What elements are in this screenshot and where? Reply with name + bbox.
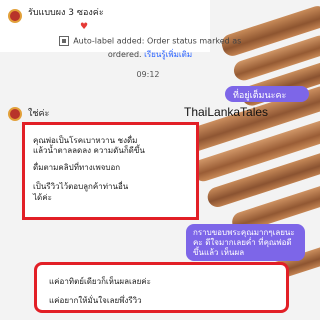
learn-more-link[interactable]: เรียนรู้เพิ่มเติม (144, 50, 192, 59)
chat-screen: รับแบบผง 3 ซองค่ะ ♥ Auto-label added: Or… (0, 0, 320, 320)
brand-watermark: ThaiLankaTales (184, 105, 269, 119)
outgoing-message-address[interactable]: ที่อยู่เต็มนะคะ (225, 86, 309, 102)
message-timestamp: 09:12 (136, 70, 160, 79)
auto-label-notice: Auto-label added: Order status marked as (0, 36, 300, 46)
review-line: แค่อยากให้มั่นใจเลยพึ่งรีวิว (49, 296, 142, 305)
label-icon (58, 36, 69, 46)
incoming-message-order: รับแบบผง 3 ซองค่ะ (28, 8, 104, 18)
review-line: ได้ค่ะ (33, 193, 52, 202)
auto-label-text: Auto-label added: Order status marked as (73, 36, 242, 46)
customer-avatar[interactable] (8, 9, 22, 23)
highlighted-review-box: คุณพ่อเป็นโรคเบาหวาน ชงดื่ม แล้วน้ำตาลลด… (22, 122, 199, 220)
outgoing-message-thanks[interactable]: กราบขอบพระคุณมากๆเลยนะคะ ดีใจมากเลยค่ำ ท… (186, 224, 305, 261)
customer-avatar[interactable] (8, 107, 22, 121)
heart-reaction-icon: ♥ (80, 22, 89, 32)
review-line: แค่อาทิตย์เดียวก็เห็นผลเลยค่ะ (49, 277, 151, 286)
auto-label-ordered-text: ordered. (107, 50, 142, 59)
auto-label-notice-line2: ordered. เรียนรู้เพิ่มเติม (0, 48, 300, 61)
review-line: แล้วน้ำตาลลดลง ความดันก็ดีขึ้น (33, 146, 145, 155)
incoming-message-yes: ใช่ค่ะ (28, 109, 50, 119)
review-line: ดื่มตามคลิปที่ทางเพจบอก (33, 163, 121, 172)
highlighted-review-box-2: แค่อาทิตย์เดียวก็เห็นผลเลยค่ะ แค่อยากให้… (34, 262, 289, 313)
